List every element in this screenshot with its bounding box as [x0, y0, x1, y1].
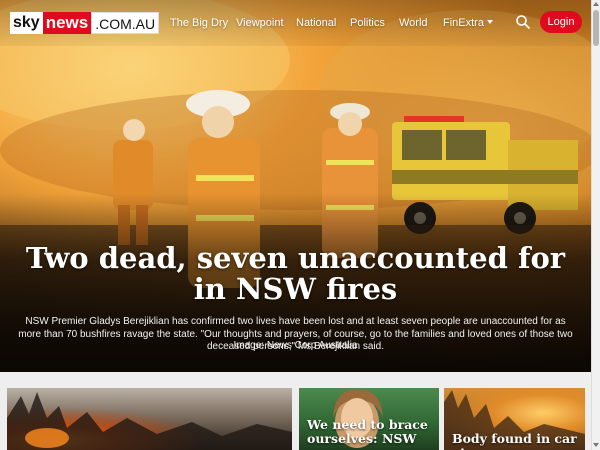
scroll-down-arrow-icon[interactable]	[593, 443, 599, 447]
scrollbar-thumb[interactable]	[593, 10, 599, 46]
nav-item-national[interactable]: National	[296, 16, 336, 30]
nav-item-politics[interactable]: Politics	[350, 16, 385, 30]
nav-item-finextra[interactable]: FinExtra	[443, 16, 493, 30]
story-card-3[interactable]: Body found in car at	[444, 388, 585, 450]
scroll-up-arrow-icon[interactable]	[593, 2, 599, 6]
sky-news-logo[interactable]: sky news .COM.AU	[10, 12, 160, 34]
page: Two dead, seven unaccounted for in NSW f…	[0, 0, 600, 450]
nav-item-the-big-dry[interactable]: The Big Dry	[170, 16, 228, 30]
logo-sky: sky	[10, 12, 43, 34]
logo-domain: .COM.AU	[91, 12, 160, 34]
nav-item-world[interactable]: World	[399, 16, 428, 30]
story-card-2-title[interactable]: We need to brace ourselves: NSW	[307, 418, 433, 446]
caret-down-icon	[486, 20, 493, 24]
story-card-3-title[interactable]: Body found in car at	[452, 432, 582, 450]
nav-item-finextra-label: FinExtra	[443, 17, 484, 29]
hero-headline[interactable]: Two dead, seven unaccounted for in NSW f…	[10, 243, 581, 305]
login-button[interactable]: Login	[540, 11, 582, 33]
search-icon[interactable]	[515, 14, 531, 30]
image-caption: Image: News Corp Australia	[233, 340, 358, 351]
site-header: sky news .COM.AU The Big Dry Viewpoint N…	[0, 0, 591, 46]
logo-news: news	[42, 12, 92, 34]
story-card-2[interactable]: We need to brace ourselves: NSW	[299, 388, 439, 450]
hero-story[interactable]: Two dead, seven unaccounted for in NSW f…	[0, 0, 591, 372]
story-card-1-image	[7, 392, 292, 450]
nav-item-viewpoint[interactable]: Viewpoint	[236, 16, 284, 30]
story-card-1[interactable]	[7, 388, 292, 450]
scrollbar[interactable]	[591, 0, 600, 450]
